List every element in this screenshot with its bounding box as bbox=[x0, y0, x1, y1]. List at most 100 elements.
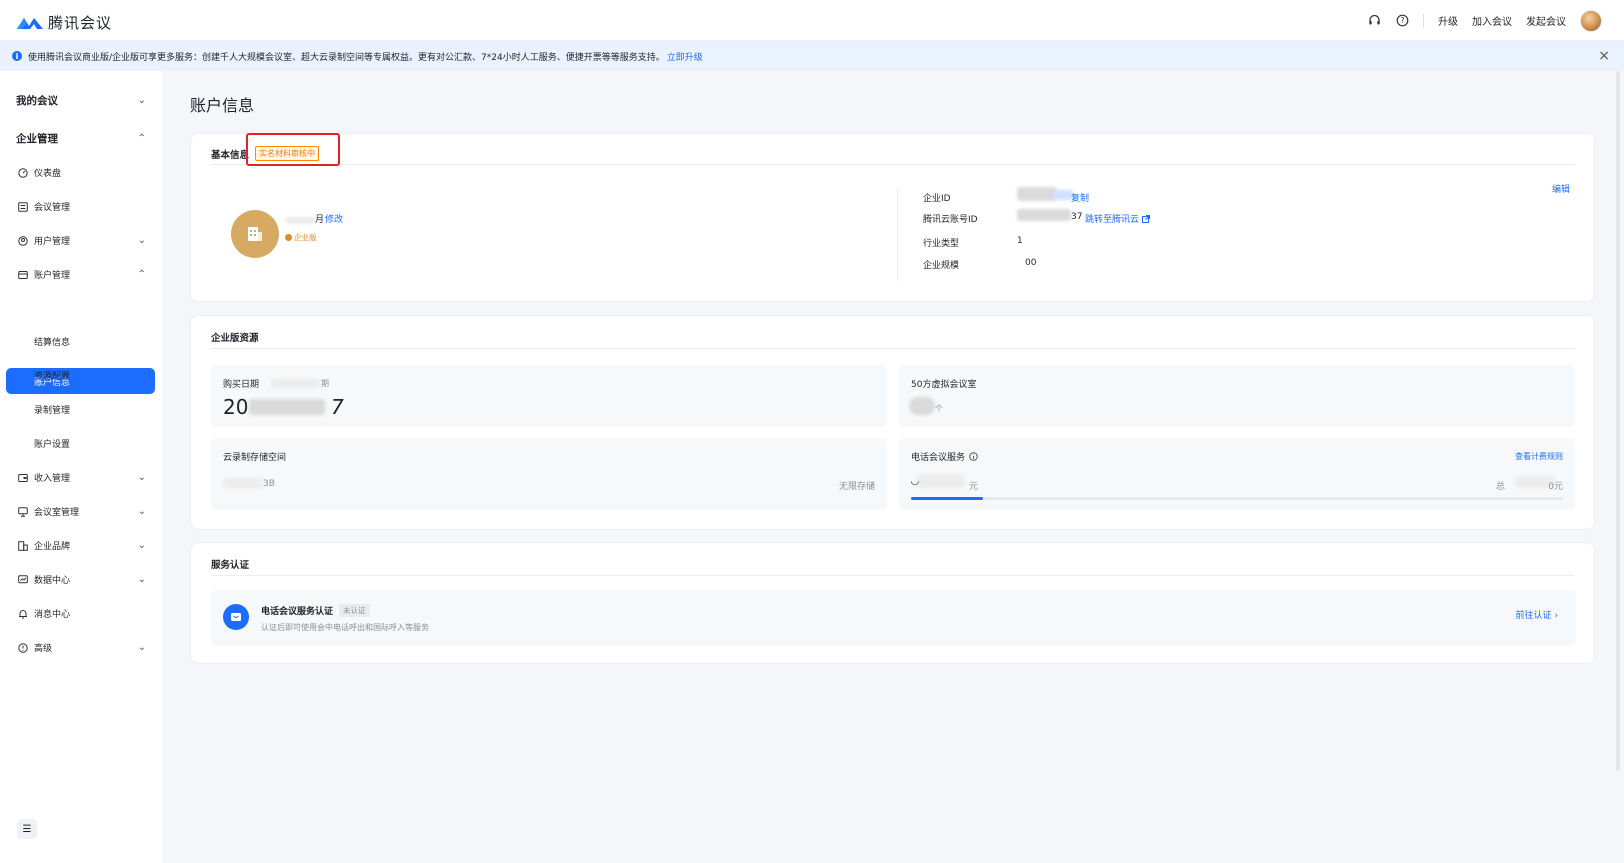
sidebar-item-advanced[interactable]: 高级 ⌄ bbox=[17, 641, 146, 654]
chevron-down-icon: ⌄ bbox=[137, 472, 146, 483]
chevron-right-icon: › bbox=[1554, 611, 1558, 621]
app-root: 腾讯会议 ? 升级 加入会议 发起会议 i 使用腾讯会议商业版/企业版可享更多服… bbox=[0, 0, 1624, 863]
enterprise-resources-card: 企业版资源 购买日期 期 20 7 50方虚拟会议室 个 云录制存储空间 3B … bbox=[190, 315, 1595, 530]
virtual-room-label: 50方虚拟会议室 bbox=[911, 380, 977, 390]
company-size-label: 企业规模 bbox=[923, 261, 960, 271]
phone-total-suffix: 0元 bbox=[1548, 482, 1563, 492]
logo[interactable]: 腾讯会议 bbox=[16, 12, 112, 33]
phone-cert-desc: 认证后即可使用会中电话呼出和国际呼入等服务 bbox=[261, 623, 429, 632]
sidebar-item-label: 账户管理 bbox=[34, 271, 71, 281]
sidebar-item-brand[interactable]: 企业品牌 ⌄ bbox=[17, 539, 146, 552]
sidebar-item-account-info[interactable]: 账户信息 bbox=[6, 368, 155, 394]
sidebar-item-label: 会议室管理 bbox=[34, 508, 80, 518]
storage-total-value: 无限存储 bbox=[838, 482, 875, 492]
phone-cert-name: 电话会议服务认证 bbox=[261, 607, 334, 617]
basic-info-card: 基本信息 实名材料审核中 月 修改 企业版 企业ID 复制 腾讯云账号ID 37… bbox=[190, 133, 1595, 302]
sidebar-item-message-center[interactable]: 消息中心 bbox=[17, 607, 146, 620]
sidebar-item-label: 企业品牌 bbox=[34, 542, 71, 552]
cloud-storage-label: 云录制存储空间 bbox=[223, 453, 287, 463]
sidebar-item-recording-management[interactable]: 录制管理 bbox=[34, 403, 70, 416]
company-name-suffix: 月 bbox=[315, 215, 325, 225]
sidebar-item-account-management[interactable]: 账户管理 ⌃ bbox=[17, 268, 146, 281]
page-scrollbar[interactable] bbox=[1616, 71, 1620, 771]
top-actions: ? 升级 加入会议 发起会议 bbox=[1367, 0, 1602, 41]
phone-service-box: 电话会议服务 查看计费规则 ◡ 元 总 0元 bbox=[899, 438, 1575, 510]
user-icon bbox=[17, 235, 28, 246]
phone-total-prefix: 总 bbox=[1495, 482, 1505, 492]
upgrade-now-link[interactable]: 立即升级 bbox=[667, 50, 703, 63]
app-name: 腾讯会议 bbox=[48, 14, 113, 32]
phone-usage-progress bbox=[911, 497, 1563, 500]
sidebar-item-label: 数据中心 bbox=[34, 576, 71, 586]
enterprise-badge-icon bbox=[285, 234, 292, 241]
cert-status-badge: 未认证 bbox=[339, 604, 370, 617]
storage-used-value: 3B bbox=[263, 479, 275, 489]
close-icon[interactable]: × bbox=[1598, 48, 1610, 64]
sidebar-item-revenue[interactable]: 收入管理 ⌄ bbox=[17, 471, 146, 484]
card-icon bbox=[17, 472, 28, 483]
phone-service-title: 电话会议服务 bbox=[911, 450, 978, 463]
sidebar-item-dashboard[interactable]: 仪表盘 bbox=[17, 166, 146, 179]
nav-my-meetings[interactable]: 我的会议 ⌄ bbox=[16, 93, 146, 108]
collapse-sidebar-icon[interactable]: ☰ bbox=[17, 819, 37, 839]
billing-rules-link[interactable]: 查看计费规则 bbox=[1515, 451, 1563, 462]
goto-cloud-label: 跳转至腾讯云 bbox=[1085, 215, 1140, 225]
upgrade-notice-bar: i 使用腾讯会议商业版/企业版可享更多服务：创建千人大规模会议室、超大云录制空间… bbox=[0, 41, 1624, 71]
sidebar-item-resource-config[interactable]: 资源配置 bbox=[34, 369, 70, 382]
user-avatar[interactable] bbox=[1580, 9, 1602, 32]
phone-cert-title: 电话会议服务认证 未认证 bbox=[261, 604, 370, 617]
service-certification-card: 服务认证 电话会议服务认证 未认证 认证后即可使用会中电话呼出和国际呼入等服务 … bbox=[190, 542, 1595, 664]
purchase-date-value: 20 bbox=[223, 395, 249, 419]
purchase-date-tail: 7 bbox=[331, 395, 344, 419]
info-circle-icon[interactable] bbox=[969, 452, 978, 461]
purchase-date-box: 购买日期 期 20 7 bbox=[211, 365, 887, 427]
sidebar-item-data-center[interactable]: 数据中心 ⌄ bbox=[17, 573, 146, 586]
nav-enterprise-management[interactable]: 企业管理 ⌃ bbox=[16, 131, 146, 146]
copy-id-link[interactable]: 复制 bbox=[1071, 191, 1089, 204]
sidebar-item-room-management[interactable]: 会议室管理 ⌄ bbox=[17, 505, 146, 518]
redacted-storage-used bbox=[223, 478, 263, 488]
building-icon bbox=[17, 540, 28, 551]
advanced-icon bbox=[17, 642, 28, 653]
resources-title: 企业版资源 bbox=[211, 333, 259, 344]
goto-tencent-cloud-link[interactable]: 跳转至腾讯云 bbox=[1085, 212, 1151, 225]
sidebar: 我的会议 ⌄ 企业管理 ⌃ 仪表盘 会议管理 用户管理 ⌄ 账户管理 ⌃ 账户信… bbox=[0, 71, 162, 863]
go-certify-label: 前往认证 bbox=[1515, 611, 1552, 621]
help-icon[interactable]: ? bbox=[1395, 14, 1409, 28]
phone-service-label: 电话会议服务 bbox=[911, 453, 966, 463]
external-link-icon bbox=[1142, 214, 1151, 223]
phone-usage-progress-fill bbox=[911, 497, 983, 500]
divider bbox=[211, 348, 1574, 349]
chevron-down-icon: ⌄ bbox=[137, 642, 146, 653]
sidebar-item-account-settings[interactable]: 账户设置 bbox=[34, 437, 70, 450]
headset-icon[interactable] bbox=[1367, 14, 1381, 28]
join-meeting-button[interactable]: 加入会议 bbox=[1472, 13, 1512, 28]
edit-name-link[interactable]: 修改 bbox=[325, 212, 343, 225]
redacted-room-count bbox=[909, 397, 935, 415]
upgrade-button[interactable]: 升级 bbox=[1438, 13, 1458, 28]
start-meeting-button[interactable]: 发起会议 bbox=[1526, 13, 1566, 28]
redacted-purchase-date bbox=[249, 399, 325, 415]
sidebar-item-billing-info[interactable]: 结算信息 bbox=[34, 335, 70, 348]
nav-my-meetings-label: 我的会议 bbox=[16, 95, 58, 107]
go-certify-link[interactable]: 前往认证 › bbox=[1516, 608, 1559, 621]
edit-link[interactable]: 编辑 bbox=[1552, 182, 1570, 195]
wallet-icon bbox=[17, 269, 28, 280]
sidebar-item-label: 消息中心 bbox=[34, 610, 71, 620]
enterprise-id-label: 企业ID bbox=[923, 194, 951, 204]
company-size-value: 00 bbox=[1025, 258, 1037, 268]
cloud-storage-box: 云录制存储空间 3B 无限存储 bbox=[211, 438, 887, 510]
redacted-company-name bbox=[285, 217, 315, 224]
purchase-date-suffix: 期 bbox=[321, 379, 329, 388]
sidebar-item-label: 高级 bbox=[34, 644, 53, 654]
sidebar-item-user-management[interactable]: 用户管理 ⌄ bbox=[17, 234, 146, 247]
building-icon bbox=[248, 227, 262, 241]
svg-text:?: ? bbox=[1400, 16, 1404, 25]
chevron-down-icon: ⌄ bbox=[137, 95, 146, 106]
redacted-enterprise-id bbox=[1017, 187, 1057, 201]
phone-balance-mark: ◡ bbox=[911, 476, 919, 487]
dashboard-icon bbox=[17, 167, 28, 178]
tencent-meeting-logo-icon bbox=[17, 17, 43, 29]
sidebar-item-meeting-management[interactable]: 会议管理 bbox=[17, 200, 146, 213]
enterprise-tag-label: 企业版 bbox=[294, 233, 317, 242]
